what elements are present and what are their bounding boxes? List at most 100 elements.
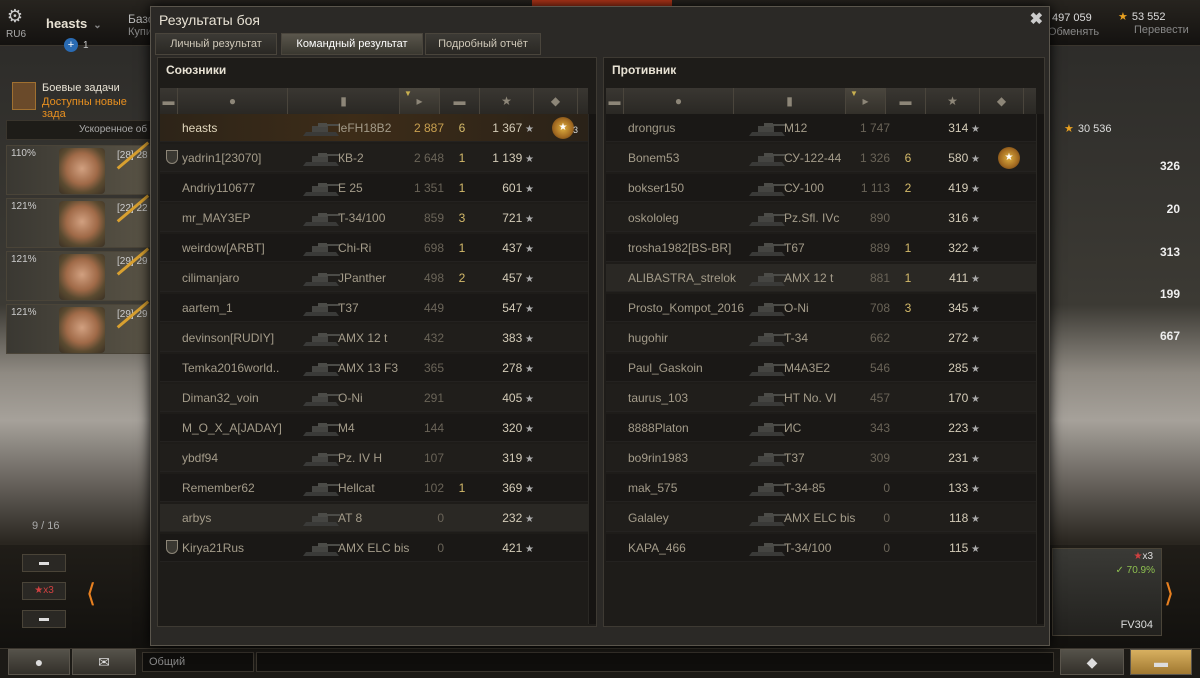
medal-icon[interactable]: ★ 3 (552, 117, 578, 139)
damage-glyph: ▸ (416, 94, 423, 108)
table-row[interactable]: Galaley AMX ELC bis 0 118 (606, 504, 1036, 532)
missions-notice[interactable]: Боевые задачи Доступны новые зада (10, 80, 150, 120)
xp-value: 419 (918, 181, 980, 195)
table-row[interactable]: oskololeg Pz.Sfl. IVc 890 316 (606, 204, 1036, 232)
table-row[interactable]: M_O_X_A[JADAY] M4 144 320 (160, 414, 588, 442)
damage-column-icon[interactable]: ▸ ▼ (400, 88, 440, 114)
squad-glyph: ▬ (162, 94, 175, 108)
damage-value: 107 (423, 451, 444, 465)
contacts-button[interactable]: ● (8, 649, 70, 675)
chat-channel[interactable]: Общий (142, 652, 254, 672)
player-nick: drongrus (628, 121, 676, 135)
crew-portrait (59, 307, 105, 353)
table-row[interactable]: trosha1982[BS-BR] T67 889 1 322 (606, 234, 1036, 262)
table-row[interactable]: bo9rin1983 T37 309 231 (606, 444, 1036, 472)
kills-value: 2 (458, 271, 466, 285)
table-row[interactable]: taurus_103 HT No. VI 457 170 (606, 384, 1036, 412)
table-row[interactable]: mak_575 T-34-85 0 133 (606, 474, 1036, 502)
table-row[interactable]: ybdf94 Pz. IV H 107 319 (160, 444, 588, 472)
vehicle-card[interactable]: ★x3 ✓ 70.9% FV304 (1052, 548, 1162, 636)
table-row[interactable]: Kirya21Rus AMX ELC bis 0 421 (160, 534, 588, 562)
sort-arrow-icon: ▼ (850, 89, 858, 98)
table-row[interactable]: ALIBASTRA_strelok AMX 12 t 881 1 411 (606, 264, 1036, 292)
damage-value: 102 (423, 481, 444, 495)
xp-value: 369 (472, 481, 534, 495)
damage-value: 2 648 (413, 151, 444, 165)
table-row[interactable]: weirdow[ARBT] Chi-Ri 698 1 437 (160, 234, 588, 262)
tab-team-result[interactable]: Командный результат (281, 33, 423, 55)
close-icon[interactable]: ✖ (1030, 9, 1043, 29)
table-row[interactable]: arbys AT 8 0 232 (160, 504, 588, 532)
table-row[interactable]: 8888Platon ИС 343 223 (606, 414, 1036, 442)
table-row[interactable]: mr_MAY3EP T-34/100 859 3 721 (160, 204, 588, 232)
tank-icon (746, 176, 788, 200)
messages-button[interactable]: ✉ (72, 649, 136, 675)
player-nick: mak_575 (628, 481, 678, 495)
vehicle-column-icon[interactable]: ▮ (734, 88, 846, 114)
xp-column-icon[interactable]: ★ (926, 88, 980, 114)
kills-column-icon[interactable]: ▬ (886, 88, 926, 114)
crew-member[interactable]: 121%[22] 22 (6, 194, 156, 248)
vehicle-name: leFH18B2 (338, 121, 392, 135)
tab-detailed-report[interactable]: Подробный отчёт (425, 33, 541, 55)
chat-input[interactable] (256, 652, 1054, 672)
enemies-panel: Противник ▬●▮▸▼▬★◆drongrusM121 747314Bon… (603, 57, 1045, 627)
table-row[interactable]: drongrus M12 1 747 314 (606, 114, 1036, 142)
settings-gear-icon[interactable]: ⚙ (4, 6, 26, 27)
table-row[interactable]: Remember62 Hellcat 102 1 369 (160, 474, 588, 502)
damage-value: 0 (883, 541, 890, 555)
allies-panel: Союзники ▬ ● ▮ ▸ ▼ ▬ ★ ◆ heasts leFH18B2 2 887 6 1 3… (157, 57, 597, 627)
table-row[interactable]: KAPA_466 T-34/100 0 115 (606, 534, 1036, 562)
table-row[interactable]: cilimanjaro JPanther 498 2 457 (160, 264, 588, 292)
tank-icon (300, 386, 342, 410)
filter-tank-icon[interactable]: ▬ (22, 554, 66, 572)
table-row[interactable]: Diman32_voin O-Ni 291 405 (160, 384, 588, 412)
crew-member[interactable]: 121%[29] 29 (6, 300, 156, 354)
damage-glyph: ▸ (862, 94, 869, 108)
crew-member[interactable]: 110%[28] 28 (6, 141, 156, 195)
missions-title: Боевые задачи (42, 82, 120, 94)
table-row[interactable]: Temka2016world.. AMX 13 F3 365 278 (160, 354, 588, 382)
accelerated-training[interactable]: Ускоренное об (6, 120, 151, 140)
carousel-right-arrow-icon[interactable]: ⟩ (1164, 578, 1174, 609)
table-row[interactable]: hugohir T-34 662 272 (606, 324, 1036, 352)
damage-column-icon[interactable]: ▸ ▼ (846, 88, 886, 114)
kills-column-icon[interactable]: ▬ (440, 88, 480, 114)
tank-icon (300, 326, 342, 350)
invite-plus-icon[interactable]: + (64, 38, 78, 52)
player-name[interactable]: heasts ⌄ (46, 16, 102, 31)
buy-label[interactable]: Купи (128, 26, 152, 38)
player-column-icon[interactable]: ● (178, 88, 288, 114)
table-row[interactable]: Prosto_Kompot_2016 O-Ni 708 3 345 (606, 294, 1036, 322)
tab-personal-result[interactable]: Личный результат (155, 33, 277, 55)
service-button[interactable]: ◆ (1060, 649, 1124, 675)
player-glyph: ● (228, 94, 237, 108)
table-row[interactable]: Bonem53 СУ-122-44 1 326 6 580 ★ (606, 144, 1036, 172)
table-row[interactable]: Paul_Gaskoin M4A3E2 546 285 (606, 354, 1036, 382)
table-row[interactable]: devinson[RUDIY] AMX 12 t 432 383 (160, 324, 588, 352)
xp-column-icon[interactable]: ★ (480, 88, 534, 114)
player-column-icon[interactable]: ● (624, 88, 734, 114)
table-row[interactable]: Andriy110677 E 25 1 351 1 601 (160, 174, 588, 202)
filter-x3-badge[interactable]: ★x3 (22, 582, 66, 600)
premium-shop-button[interactable]: ▬ (1130, 649, 1192, 675)
vehicle-column-icon[interactable]: ▮ (288, 88, 400, 114)
transfer-link[interactable]: Перевести (1134, 24, 1189, 36)
filter-premium-icon[interactable]: ▬ (22, 610, 66, 628)
table-row[interactable]: yadrin1[23070] КВ-2 2 648 1 1 139 (160, 144, 588, 172)
medal-column-icon[interactable]: ◆ (534, 88, 578, 114)
squad-column-icon[interactable]: ▬ (606, 88, 624, 114)
vehicle-percent-text: 70.9% (1126, 565, 1155, 576)
squad-column-icon[interactable]: ▬ (160, 88, 178, 114)
scrollbar[interactable] (588, 114, 596, 624)
scrollbar[interactable] (1036, 114, 1044, 624)
exchange-link[interactable]: Обменять (1048, 26, 1099, 38)
medal-column-icon[interactable]: ◆ (980, 88, 1024, 114)
medal-icon[interactable]: ★ (998, 147, 1020, 169)
player-nick: Prosto_Kompot_2016 (628, 301, 745, 315)
crew-member[interactable]: 121%[29] 29 (6, 247, 156, 301)
table-row[interactable]: aartem_1 T37 449 547 (160, 294, 588, 322)
carousel-left-arrow-icon[interactable]: ⟨ (86, 578, 96, 609)
table-row[interactable]: bokser150 СУ-100 1 113 2 419 (606, 174, 1036, 202)
table-row[interactable]: heasts leFH18B2 2 887 6 1 367 ★3 (160, 114, 588, 142)
